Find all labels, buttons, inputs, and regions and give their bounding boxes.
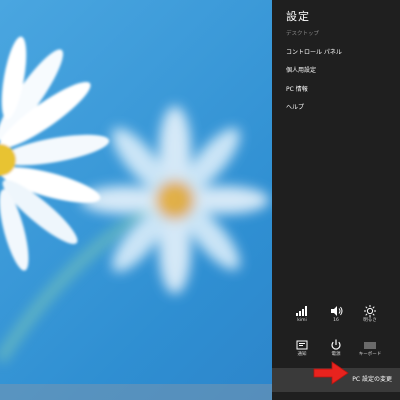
- brightness-icon: [364, 305, 376, 317]
- menu-item-help[interactable]: ヘルプ: [286, 102, 394, 114]
- charm-context-label: デスクトップ: [286, 31, 320, 37]
- volume-tile[interactable]: 16: [320, 305, 352, 335]
- change-pc-settings-label: PC 設定の変更: [352, 376, 392, 383]
- desktop-screen: 設定 デスクトップ コントロール パネル 個人用設定 PC 情報 ヘルプ kim…: [0, 0, 400, 400]
- notification-label: 通知: [297, 352, 307, 357]
- keyboard-tile[interactable]: キーボード: [354, 339, 386, 369]
- notification-icon: [296, 340, 308, 350]
- settings-charm-panel: 設定 デスクトップ コントロール パネル 個人用設定 PC 情報 ヘルプ kim…: [272, 0, 400, 400]
- desktop-taskbar: [0, 384, 272, 400]
- network-label: kimi: [297, 318, 307, 323]
- network-tile[interactable]: kimi: [286, 305, 318, 335]
- annotation-arrow-icon: [313, 361, 349, 385]
- menu-item-pc-info[interactable]: PC 情報: [286, 84, 394, 96]
- keyboard-icon: [364, 342, 376, 349]
- menu-item-control-panel[interactable]: コントロール パネル: [286, 47, 394, 59]
- keyboard-label: キーボード: [358, 352, 382, 357]
- brightness-tile[interactable]: 明るさ: [354, 305, 386, 335]
- charm-title: 設定: [286, 10, 310, 23]
- volume-icon: [331, 306, 343, 316]
- power-label: 電源: [331, 352, 341, 357]
- menu-item-personalization[interactable]: 個人用設定: [286, 65, 394, 77]
- brightness-label: 明るさ: [363, 318, 377, 323]
- power-icon: [331, 339, 341, 350]
- volume-label: 16: [333, 318, 339, 323]
- network-icon: [296, 306, 307, 316]
